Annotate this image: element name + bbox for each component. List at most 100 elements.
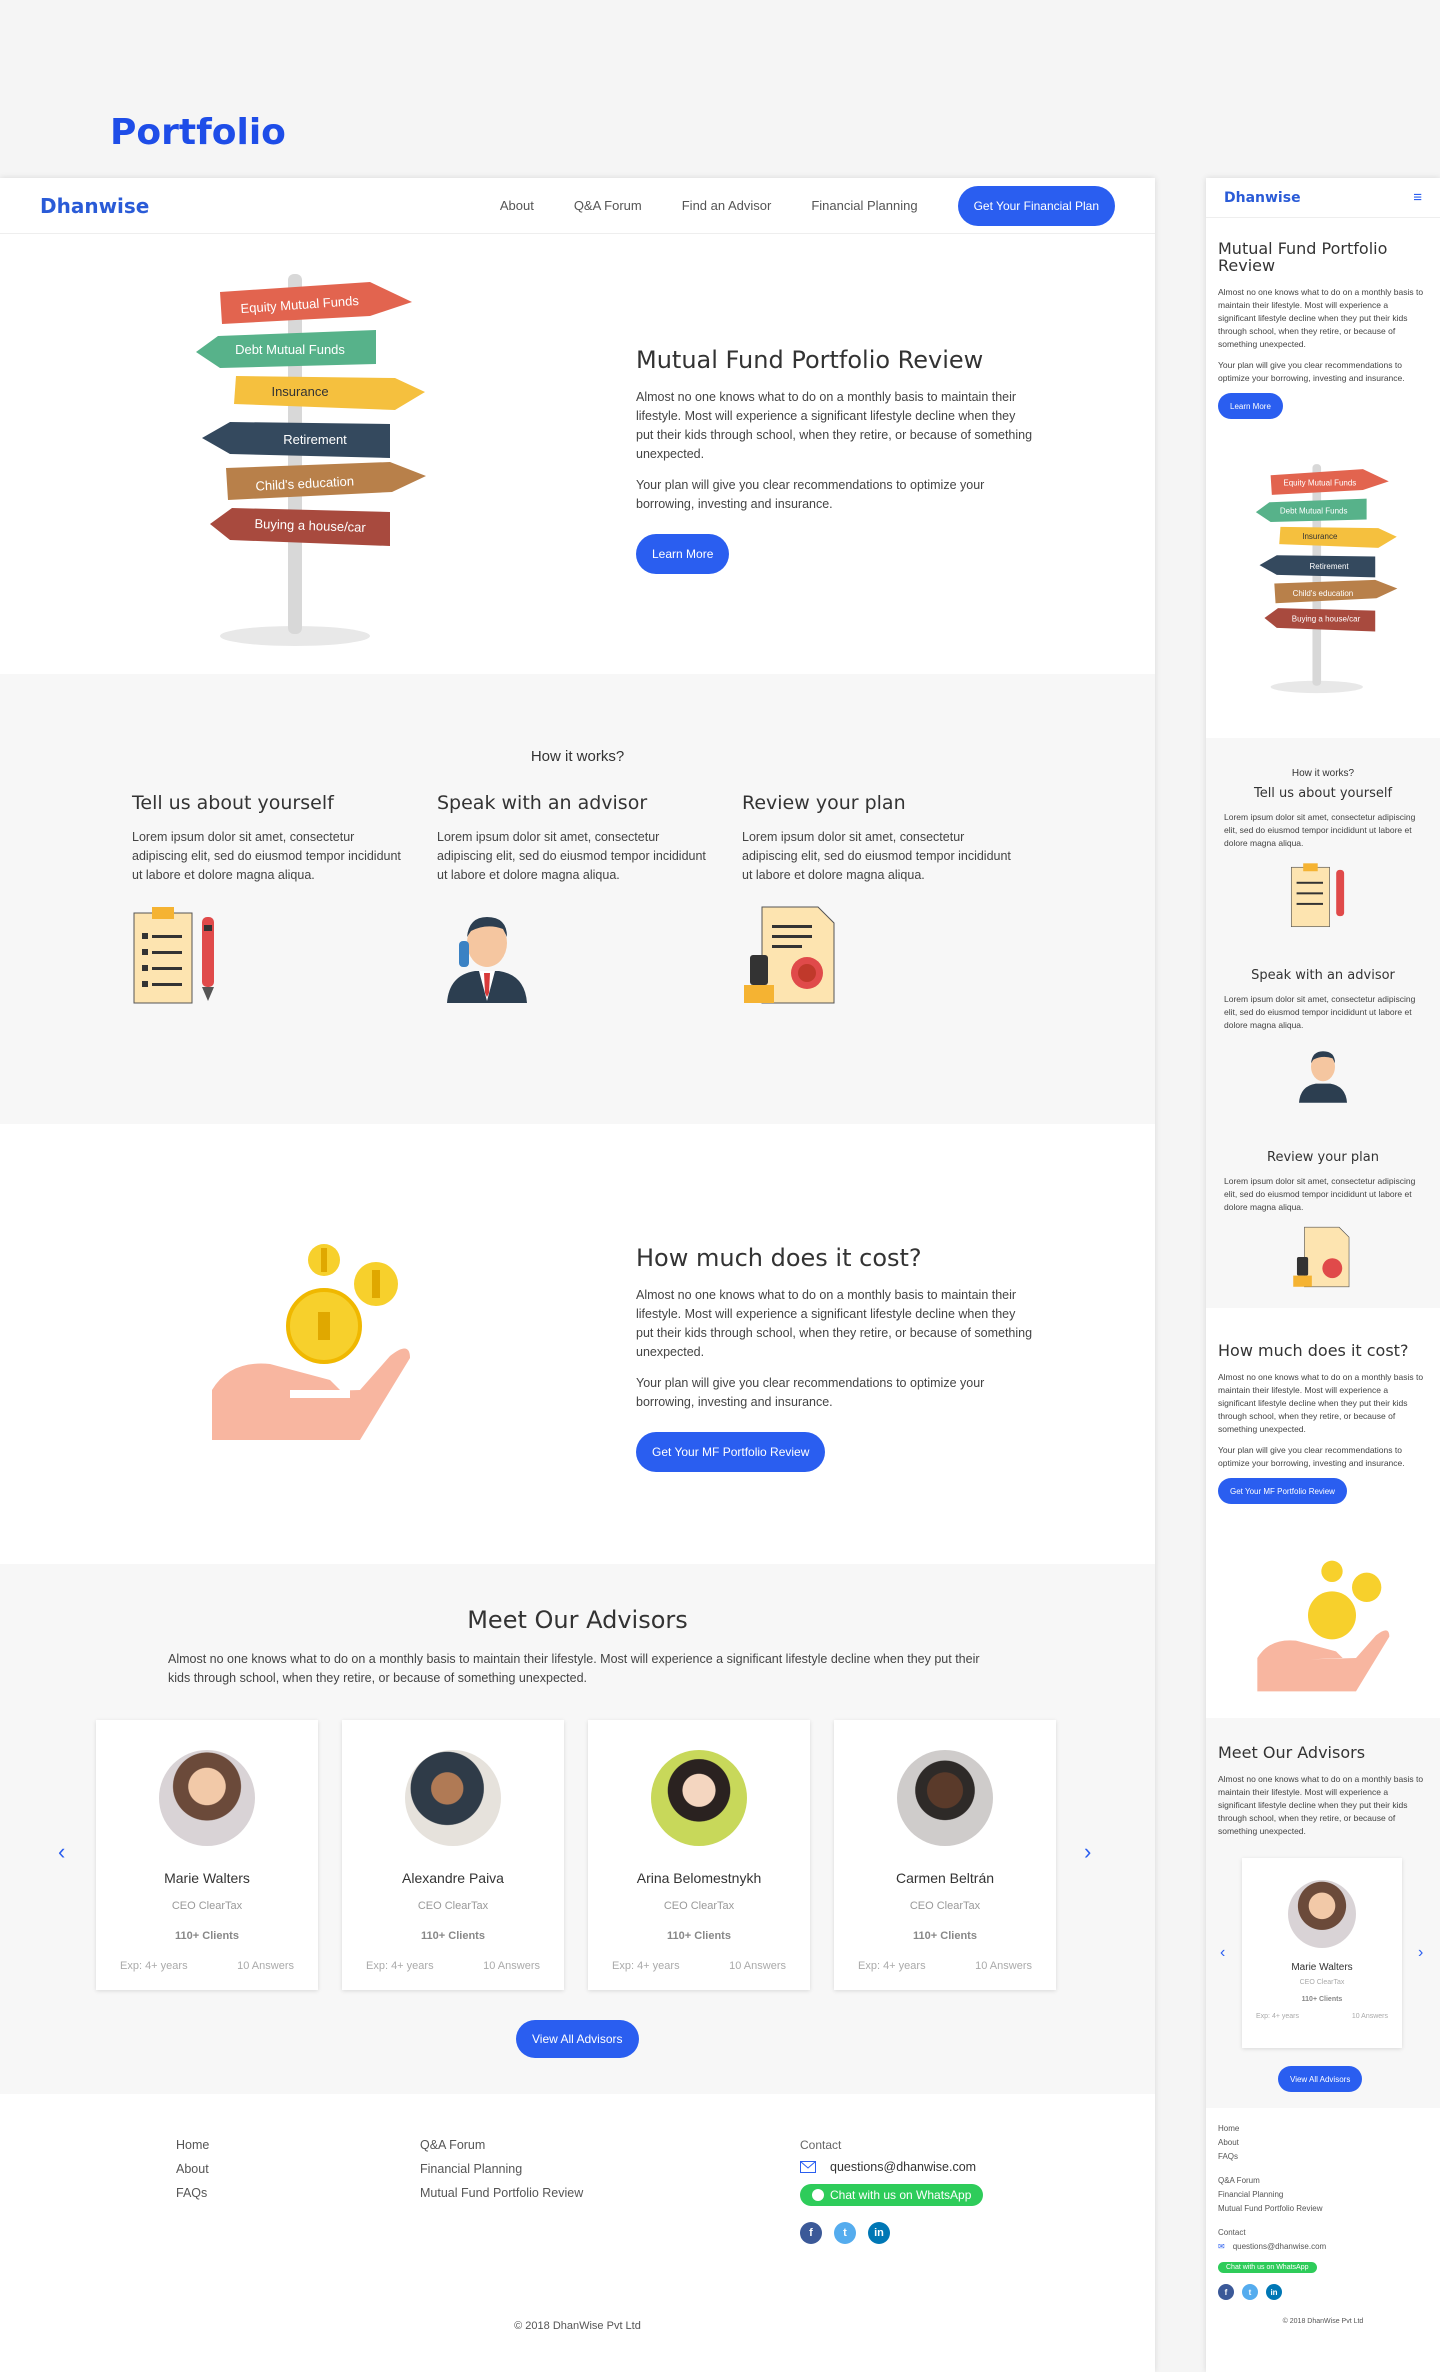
sign-retirement: Retirement [283, 432, 347, 447]
advisors-section: Meet Our Advisors Almost no one knows wh… [0, 1564, 1155, 2094]
advisor-exp: Exp: 4+ years [1256, 2013, 1299, 2020]
brand-logo[interactable]: Dhanwise [40, 194, 149, 218]
mobile-frame: Dhanwise ≡ Mutual Fund Portfolio Review … [1206, 178, 1440, 2372]
footer-link-mf-review[interactable]: Mutual Fund Portfolio Review [420, 2186, 583, 2200]
advisor-role: CEO ClearTax [1299, 1979, 1345, 1986]
advisor-phone-icon [447, 917, 527, 1003]
footer-link-planning[interactable]: Financial Planning [1218, 2190, 1428, 2199]
advisor-exp: Exp: 4+ years [858, 1960, 926, 1972]
nav-about[interactable]: About [500, 198, 534, 213]
advisor-name: Marie Walters [164, 1870, 250, 1886]
step-title: Review your plan [1267, 1150, 1379, 1165]
mobile-brand-logo[interactable]: Dhanwise [1224, 190, 1301, 206]
avatar [651, 1750, 747, 1846]
whatsapp-icon [812, 2189, 824, 2201]
footer-link-home[interactable]: Home [1218, 2124, 1428, 2133]
hero-paragraph-1: Almost no one knows what to do on a mont… [636, 390, 1033, 461]
mobile-advisors-section: Meet Our Advisors Almost no one knows wh… [1206, 1718, 1440, 2108]
footer-link-faqs[interactable]: FAQs [176, 2186, 209, 2200]
whatsapp-button[interactable]: Chat with us on WhatsApp [800, 2184, 984, 2206]
footer-col-1: Home About FAQs [176, 2138, 209, 2210]
document-stamp-icon [1293, 1226, 1350, 1288]
how-it-works-title: How it works? [530, 748, 625, 765]
advisor-card[interactable]: Marie Walters CEO ClearTax 110+ Clients … [96, 1720, 318, 1990]
advisor-name: Marie Walters [1291, 1962, 1353, 1973]
footer-link-qa[interactable]: Q&A Forum [1218, 2176, 1428, 2185]
mobile-cost-paragraph-1: Almost no one knows what to do on a mont… [1218, 1372, 1424, 1434]
email-row[interactable]: questions@dhanwise.com [800, 2160, 983, 2174]
footer-link-about[interactable]: About [1218, 2138, 1428, 2147]
cost-paragraph-2: Your plan will give you clear recommenda… [636, 1376, 985, 1409]
footer-link-qa[interactable]: Q&A Forum [420, 2138, 583, 2152]
signpost-illustration: Equity Mutual Funds Debt Mutual Funds In… [196, 274, 426, 646]
advisor-clients: 110+ Clients [913, 1930, 977, 1942]
view-all-advisors-button[interactable]: View All Advisors [516, 2020, 639, 2058]
carousel-next-icon[interactable]: › [1084, 1839, 1091, 1865]
clipboard-icon [133, 907, 214, 1004]
nav-find-advisor[interactable]: Find an Advisor [682, 198, 772, 213]
twitter-icon[interactable]: t [1242, 2284, 1258, 2300]
nav-financial-planning[interactable]: Financial Planning [811, 198, 917, 213]
advisor-card[interactable]: Arina Belomestnykh CEO ClearTax 110+ Cli… [588, 1720, 810, 1990]
footer-link-home[interactable]: Home [176, 2138, 209, 2152]
facebook-icon[interactable]: f [1218, 2284, 1234, 2300]
whatsapp-label: Chat with us on WhatsApp [830, 2188, 972, 2202]
get-mf-review-button[interactable]: Get Your MF Portfolio Review [636, 1432, 826, 1472]
get-financial-plan-button[interactable]: Get Your Financial Plan [957, 185, 1115, 226]
step-text: Lorem ipsum dolor sit amet, consectetur … [1224, 812, 1416, 848]
contact-label: Contact [800, 2138, 842, 2152]
mobile-whatsapp-button[interactable]: Chat with us on WhatsApp [1218, 2262, 1317, 2273]
mobile-hero-paragraph-1: Almost no one knows what to do on a mont… [1218, 287, 1424, 349]
hero-section: Equity Mutual Funds Debt Mutual Funds In… [0, 234, 1155, 674]
mobile-step-3: Review your plan Lorem ipsum dolor sit a… [1218, 1150, 1428, 1293]
email-text: questions@dhanwise.com [1232, 2242, 1327, 2251]
svg-text:Insurance: Insurance [1302, 532, 1338, 541]
avatar [1288, 1880, 1356, 1948]
mobile-learn-more-button[interactable]: Learn More [1218, 393, 1283, 419]
hero-title: Mutual Fund Portfolio Review [636, 346, 984, 374]
step-title: Tell us about yourself [132, 792, 334, 814]
nav-qa-forum[interactable]: Q&A Forum [574, 198, 642, 213]
desktop-frame: Dhanwise About Q&A Forum Find an Advisor… [0, 178, 1155, 2372]
hamburger-menu-icon[interactable]: ≡ [1413, 189, 1422, 206]
footer-link-mf-review[interactable]: Mutual Fund Portfolio Review [1218, 2204, 1428, 2213]
advisor-name: Arina Belomestnykh [636, 1870, 762, 1886]
mobile-mf-review-button[interactable]: Get Your MF Portfolio Review [1218, 1478, 1347, 1504]
mobile-email-row[interactable]: ✉ questions@dhanwise.com [1218, 2242, 1428, 2251]
advisor-role: CEO ClearTax [417, 1900, 489, 1912]
footer-link-planning[interactable]: Financial Planning [420, 2162, 583, 2176]
contact-label: Contact [1218, 2228, 1246, 2237]
mobile-view-all-button[interactable]: View All Advisors [1278, 2066, 1363, 2092]
step-text: Lorem ipsum dolor sit amet, consectetur … [1224, 1176, 1416, 1212]
advisors-title: Meet Our Advisors [467, 1606, 688, 1634]
carousel-prev-icon[interactable]: ‹ [58, 1839, 65, 1865]
hero-text: Mutual Fund Portfolio Review Almost no o… [636, 346, 1036, 574]
step-title: Tell us about yourself [1253, 786, 1393, 801]
footer-contact: Contact questions@dhanwise.com Chat with… [800, 2138, 984, 2244]
mobile-carousel-next-icon[interactable]: › [1418, 1944, 1423, 1962]
facebook-icon[interactable]: f [800, 2222, 822, 2244]
mobile-carousel-prev-icon[interactable]: ‹ [1220, 1944, 1225, 1962]
advisor-card[interactable]: Alexandre Paiva CEO ClearTax 110+ Client… [342, 1720, 564, 1990]
step-text: Lorem ipsum dolor sit amet, consectetur … [132, 830, 401, 882]
sign-debt: Debt Mutual Funds [235, 342, 345, 357]
footer-link-faqs[interactable]: FAQs [1218, 2152, 1428, 2161]
mail-icon: ✉ [1218, 2242, 1225, 2251]
sign-insurance: Insurance [271, 384, 328, 399]
whatsapp-label: Chat with us on WhatsApp [1226, 2264, 1309, 2271]
linkedin-icon[interactable]: in [1266, 2284, 1282, 2300]
mobile-advisors-description: Almost no one knows what to do on a mont… [1218, 1774, 1424, 1836]
learn-more-button[interactable]: Learn More [636, 534, 730, 574]
footer-col-2: Q&A Forum Financial Planning Mutual Fund… [420, 2138, 583, 2210]
mobile-advisor-card[interactable]: Marie Walters CEO ClearTax 110+ Clients … [1242, 1858, 1402, 2048]
mobile-hero: Mutual Fund Portfolio Review Almost no o… [1206, 240, 1440, 419]
advisor-clients: 110+ Clients [667, 1930, 731, 1942]
mobile-advisors-title: Meet Our Advisors [1218, 1743, 1366, 1762]
advisor-card[interactable]: Carmen Beltrán CEO ClearTax 110+ Clients… [834, 1720, 1056, 1990]
twitter-icon[interactable]: t [834, 2222, 856, 2244]
advisor-answers: 10 Answers [237, 1960, 294, 1972]
advisor-exp: Exp: 4+ years [366, 1960, 434, 1972]
advisor-answers: 10 Answers [1351, 2013, 1388, 2020]
footer-link-about[interactable]: About [176, 2162, 209, 2176]
linkedin-icon[interactable]: in [868, 2222, 890, 2244]
